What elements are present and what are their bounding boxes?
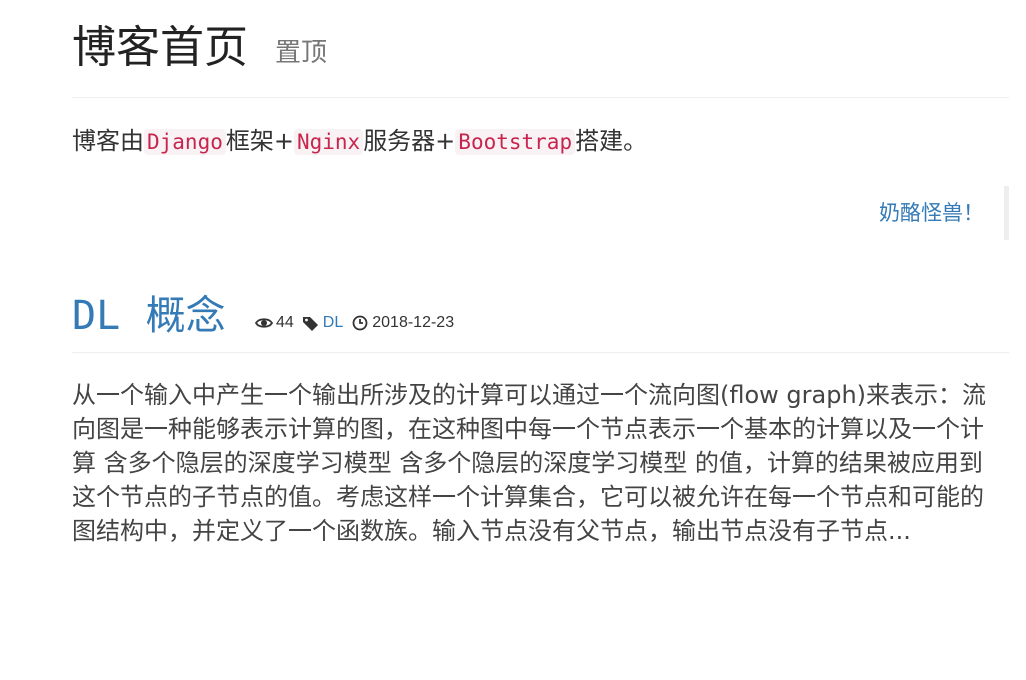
eye-icon — [255, 315, 273, 331]
page-title: 博客首页 — [72, 22, 248, 73]
clock-icon — [351, 315, 369, 331]
tag-link[interactable]: DL — [323, 312, 343, 334]
views-count: 44 — [255, 312, 294, 334]
page-header: 博客首页 置顶 — [72, 0, 1009, 98]
quote-link[interactable]: 奶酪怪兽！ — [879, 198, 984, 228]
article-title-en: DL — [72, 293, 121, 339]
intro-prefix: 博客由 — [72, 127, 144, 155]
article-title-link[interactable]: DL 概念 — [72, 290, 226, 342]
tag-icon — [302, 315, 320, 331]
article-header: DL 概念 44 DL 2018-12-23 — [72, 290, 1009, 353]
intro-joiner-2: 服务器+ — [363, 127, 456, 155]
tech-django: Django — [144, 129, 226, 155]
date-entry: 2018-12-23 — [351, 312, 454, 334]
article-title-zh: 概念 — [145, 293, 226, 339]
intro-suffix: 搭建。 — [575, 127, 648, 155]
intro-text: 博客由 Django 框架+ Nginx 服务器+ Bootstrap 搭建。 — [72, 124, 647, 159]
quote-border — [1004, 186, 1009, 240]
article-excerpt: 从一个输入中产生一个输出所涉及的计算可以通过一个流向图(flow graph)来… — [72, 381, 987, 545]
tag-entry: DL — [302, 312, 343, 334]
date-value: 2018-12-23 — [372, 314, 455, 331]
tech-bootstrap: Bootstrap — [455, 129, 576, 155]
page: 博客首页 置顶 博客由 Django 框架+ Nginx 服务器+ Bootstrap 搭建… — [72, 0, 1009, 545]
page-subtitle: 置顶 — [275, 38, 328, 68]
tech-nginx: Nginx — [293, 129, 364, 155]
views-value: 44 — [276, 314, 294, 331]
article-meta: 44 DL 2018-12-23 — [255, 312, 462, 334]
intro-joiner-1: 框架+ — [225, 127, 294, 155]
